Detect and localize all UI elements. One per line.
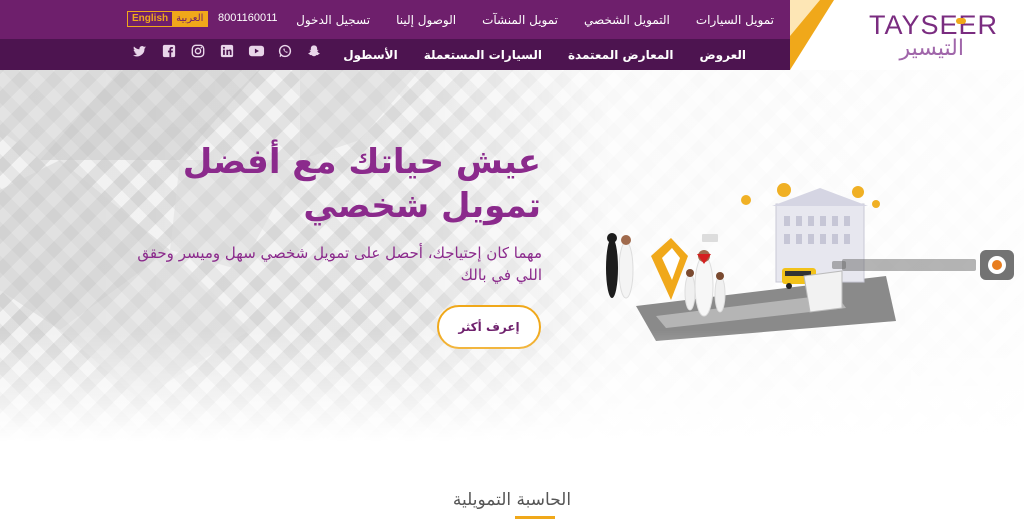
hero-title-line2: تمويل شخصي (303, 186, 541, 226)
nav-business-finance[interactable]: تمويل المنشآت (482, 13, 558, 27)
logo-dot (956, 18, 966, 24)
title-underline (515, 516, 555, 519)
lang-english-button[interactable]: English (128, 12, 173, 26)
snapchat-icon[interactable] (306, 44, 321, 59)
subnav-fleet[interactable]: الأسطول (343, 48, 397, 62)
hero-subtitle: مهما كان إحتياجك، أحصل على تمويل شخصي سه… (102, 242, 542, 286)
hero-subtitle-line2: اللي في بالك (460, 266, 542, 284)
nav-contact[interactable]: الوصول إلينا (396, 13, 456, 27)
nav-login[interactable]: تسجيل الدخول (296, 13, 370, 27)
logo-text-ar: التيسير (899, 36, 965, 61)
top-nav: تمويل السيارات التمويل الشخصي تمويل المن… (296, 0, 774, 39)
nav-personal-finance[interactable]: التمويل الشخصي (584, 13, 670, 27)
twitter-icon[interactable] (132, 44, 147, 59)
subnav-used-cars[interactable]: السيارات المستعملة (424, 48, 542, 62)
hero-title-line1: عيش حياتك مع أفضل (182, 142, 541, 182)
youtube-icon[interactable] (248, 44, 265, 59)
sub-nav: العروض المعارض المعتمدة السيارات المستعم… (343, 39, 746, 70)
logo-stripe-light (790, 0, 820, 36)
whatsapp-icon[interactable] (277, 44, 292, 59)
calculator-section-title: الحاسبة التمويلية (452, 490, 572, 510)
watermark-image (832, 250, 1014, 280)
linkedin-icon[interactable] (219, 44, 234, 59)
subnav-showrooms[interactable]: المعارض المعتمدة (568, 48, 674, 62)
social-links (132, 44, 321, 59)
nav-car-finance[interactable]: تمويل السيارات (696, 13, 774, 27)
language-switcher: English العربية (127, 11, 209, 27)
logo[interactable]: TAYSEER التيسير (790, 0, 1024, 70)
facebook-icon[interactable] (161, 44, 176, 59)
instagram-icon[interactable] (190, 44, 205, 59)
page: TAYSEER التيسير تمويل السيارات التمويل ا… (0, 0, 1024, 522)
subnav-offers[interactable]: العروض (700, 48, 746, 62)
phone-number[interactable]: 8001160011 (218, 12, 278, 24)
hero-fade (0, 330, 1024, 442)
hero-subtitle-line1: مهما كان إحتياجك، أحصل على تمويل شخصي سه… (137, 244, 542, 262)
hero-title: عيش حياتك مع أفضل تمويل شخصي (181, 140, 541, 228)
lang-arabic-button[interactable]: العربية (172, 12, 208, 26)
